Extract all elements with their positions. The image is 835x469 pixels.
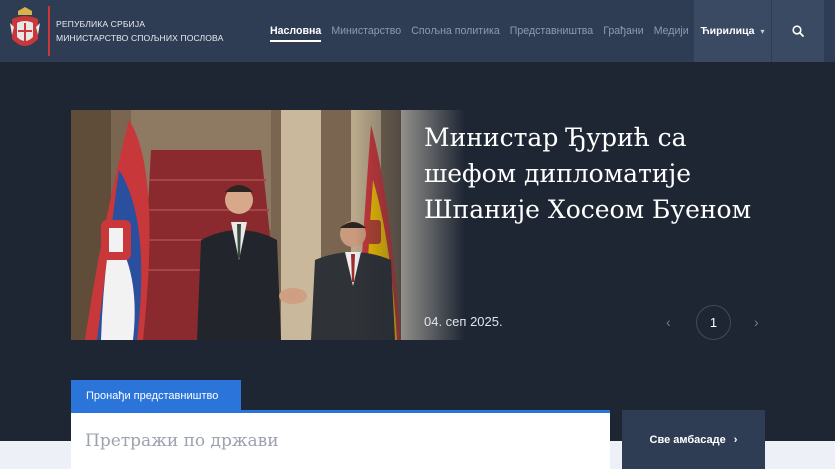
brand-divider [48, 6, 50, 56]
coat-of-arms-icon [8, 5, 42, 57]
site-brand[interactable]: РЕПУБЛИКА СРБИЈА МИНИСТАРСТВО СПОЉНИХ ПО… [8, 4, 223, 58]
language-selector[interactable]: Ћирилица ▾ [694, 0, 771, 62]
chevron-right-icon[interactable]: › [754, 314, 759, 330]
nav-item-citizens[interactable]: Грађани [603, 25, 643, 37]
all-embassies-label: Све амбасаде [649, 433, 726, 446]
chevron-down-icon: ▾ [760, 26, 765, 36]
country-search-box [71, 410, 610, 469]
nav-item-ministry[interactable]: Министарство [331, 25, 401, 37]
all-embassies-button[interactable]: Све амбасаде › [622, 410, 765, 469]
slide-number[interactable]: 1 [696, 305, 731, 340]
chevron-left-icon[interactable]: ‹ [666, 314, 671, 330]
site-header: РЕПУБЛИКА СРБИЈА МИНИСТАРСТВО СПОЉНИХ ПО… [0, 0, 835, 62]
slider-pagination: ‹ 1 › [660, 305, 770, 341]
search-icon [792, 25, 804, 37]
nav-item-home[interactable]: Насловна [270, 25, 322, 42]
brand-country: РЕПУБЛИКА СРБИЈА [56, 19, 146, 29]
main-nav: Насловна Министарство Спољна политика Пр… [270, 0, 689, 62]
hero-title[interactable]: Министар Ђурић са шефом дипломатије Шпан… [424, 120, 784, 228]
language-label: Ћирилица [700, 25, 755, 37]
hero-photo[interactable] [71, 110, 465, 340]
tab-find-mission[interactable]: Пронађи представништво [71, 380, 241, 412]
nav-item-missions[interactable]: Представништва [510, 25, 593, 37]
brand-text: РЕПУБЛИКА СРБИЈА МИНИСТАРСТВО СПОЉНИХ ПО… [56, 17, 223, 45]
nav-item-foreign-policy[interactable]: Спољна политика [411, 25, 500, 37]
country-search-input[interactable] [85, 431, 585, 451]
hero-date: 04. сеп 2025. [424, 314, 503, 329]
nav-item-media[interactable]: Медији [654, 25, 689, 37]
chevron-right-icon: › [733, 433, 738, 446]
brand-ministry: МИНИСТАРСТВО СПОЉНИХ ПОСЛОВА [56, 33, 224, 43]
search-button[interactable] [772, 0, 824, 62]
